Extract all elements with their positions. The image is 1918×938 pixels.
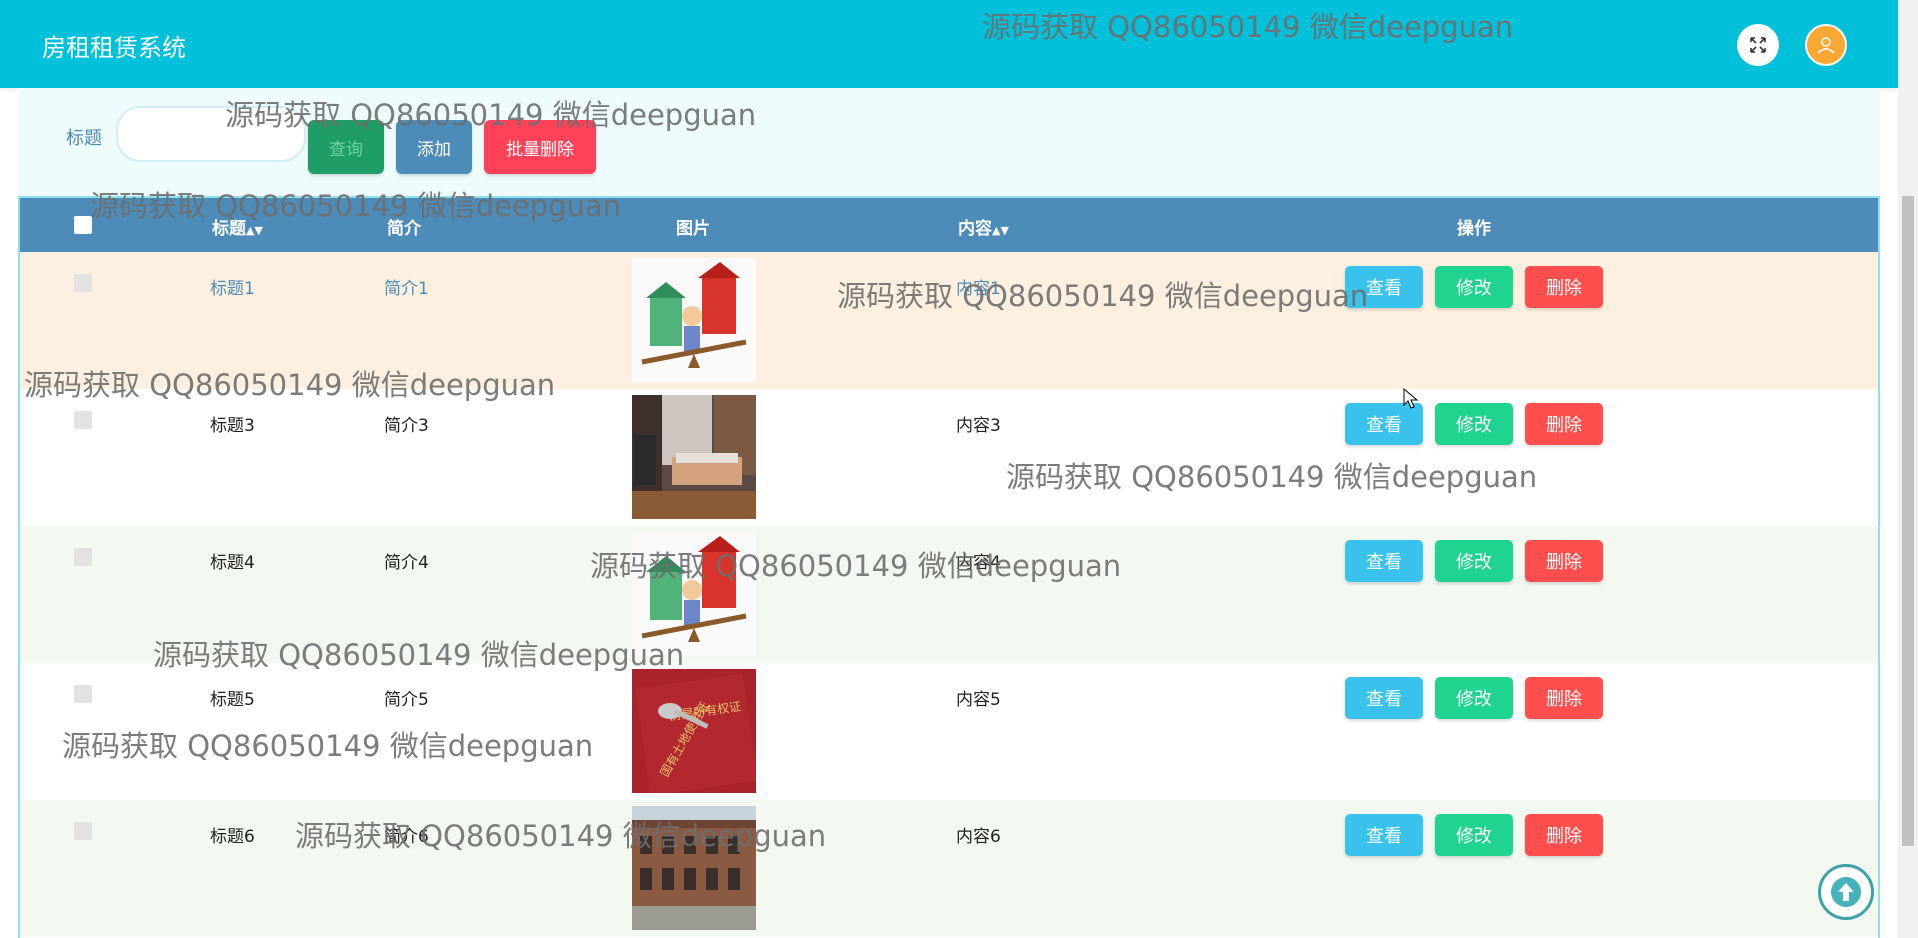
- edit-button[interactable]: 修改: [1435, 540, 1513, 582]
- row-checkbox[interactable]: [74, 411, 92, 429]
- cell-title: 标题1: [210, 279, 255, 299]
- mouse-cursor-icon: [1403, 388, 1419, 409]
- column-header-image: 图片: [676, 219, 710, 239]
- row-checkbox[interactable]: [74, 548, 92, 566]
- top-header: 房租租赁系统: [0, 0, 1898, 88]
- view-button[interactable]: 查看: [1345, 677, 1423, 719]
- scrollbar-thumb[interactable]: [1902, 196, 1914, 846]
- delete-button[interactable]: 删除: [1525, 266, 1603, 308]
- delete-button[interactable]: 删除: [1525, 403, 1603, 445]
- delete-button[interactable]: 删除: [1525, 814, 1603, 856]
- table-row[interactable]: 标题4 简介4 内容4 查看 修改 删除: [20, 526, 1878, 663]
- table-row[interactable]: 标题5 简介5 房屋所有权证 国有土地使用证 内容5 查看 修改 删除: [20, 663, 1878, 800]
- table-row[interactable]: 标题1 简介1 内容1 查看 修改 删除: [20, 252, 1878, 389]
- column-title-label: 标题: [212, 219, 246, 239]
- cell-intro: 简介4: [384, 553, 429, 573]
- cell-content: 内容6: [956, 827, 1001, 847]
- edit-button[interactable]: 修改: [1435, 677, 1513, 719]
- cartoon-house-image: [632, 258, 756, 382]
- bedroom-photo-image: [632, 395, 756, 519]
- cartoon-house-image: [632, 532, 756, 656]
- cell-intro: 简介5: [384, 690, 429, 710]
- column-header-title[interactable]: 标题▲▼: [212, 214, 263, 239]
- column-header-intro: 简介: [387, 219, 421, 239]
- cell-intro: 简介6: [384, 827, 429, 847]
- view-button[interactable]: 查看: [1345, 540, 1423, 582]
- sort-arrows-icon: ▲▼: [992, 224, 1009, 237]
- table-header: 标题▲▼ 简介 图片 内容▲▼ 操作: [20, 198, 1878, 252]
- search-title-label: 标题: [66, 128, 102, 149]
- cell-content: 内容1: [956, 279, 1001, 299]
- cell-intro: 简介3: [384, 416, 429, 436]
- column-header-content[interactable]: 内容▲▼: [958, 214, 1009, 239]
- delete-button[interactable]: 删除: [1525, 677, 1603, 719]
- cell-content: 内容5: [956, 690, 1001, 710]
- cell-title: 标题5: [210, 690, 255, 710]
- app-title: 房租租赁系统: [42, 34, 186, 62]
- row-checkbox[interactable]: [74, 685, 92, 703]
- building-facade-image: [632, 806, 756, 930]
- table-row[interactable]: 标题6 简介6 内容6 查看 修改 删除: [20, 800, 1878, 937]
- column-content-label: 内容: [958, 219, 992, 239]
- edit-button[interactable]: 修改: [1435, 814, 1513, 856]
- fullscreen-button[interactable]: [1737, 24, 1779, 66]
- arrow-up-circle-icon: [1831, 877, 1861, 907]
- sort-arrows-icon: ▲▼: [246, 224, 263, 237]
- cell-title: 标题6: [210, 827, 255, 847]
- cell-intro: 简介1: [384, 279, 429, 299]
- cell-content: 内容3: [956, 416, 1001, 436]
- query-button[interactable]: 查询: [308, 120, 384, 174]
- cell-title: 标题4: [210, 553, 255, 573]
- view-button[interactable]: 查看: [1345, 266, 1423, 308]
- user-avatar-button[interactable]: [1805, 24, 1847, 66]
- batch-delete-button[interactable]: 批量删除: [484, 120, 596, 174]
- edit-button[interactable]: 修改: [1435, 266, 1513, 308]
- cell-content: 内容4: [956, 553, 1001, 573]
- column-header-actions: 操作: [1457, 219, 1491, 239]
- data-table: 标题▲▼ 简介 图片 内容▲▼ 操作 标题1 简介1 内容1 查看 修改 删除 …: [18, 196, 1880, 938]
- table-row[interactable]: 标题3 简介3 内容3 查看 修改 删除: [20, 389, 1878, 526]
- property-certificate-keys-image: 房屋所有权证 国有土地使用证: [632, 669, 756, 793]
- cell-title: 标题3: [210, 416, 255, 436]
- user-icon: [1817, 37, 1835, 54]
- row-checkbox[interactable]: [74, 274, 92, 292]
- back-to-top-button[interactable]: [1818, 864, 1874, 920]
- search-title-input[interactable]: [116, 106, 306, 162]
- view-button[interactable]: 查看: [1345, 814, 1423, 856]
- expand-arrows-icon: [1750, 37, 1766, 53]
- edit-button[interactable]: 修改: [1435, 403, 1513, 445]
- page-scrollbar[interactable]: [1898, 0, 1918, 938]
- delete-button[interactable]: 删除: [1525, 540, 1603, 582]
- add-button[interactable]: 添加: [396, 120, 472, 174]
- search-bar: 标题 查询 添加 批量删除: [18, 88, 1880, 196]
- row-checkbox[interactable]: [74, 822, 92, 840]
- select-all-checkbox[interactable]: [74, 216, 92, 234]
